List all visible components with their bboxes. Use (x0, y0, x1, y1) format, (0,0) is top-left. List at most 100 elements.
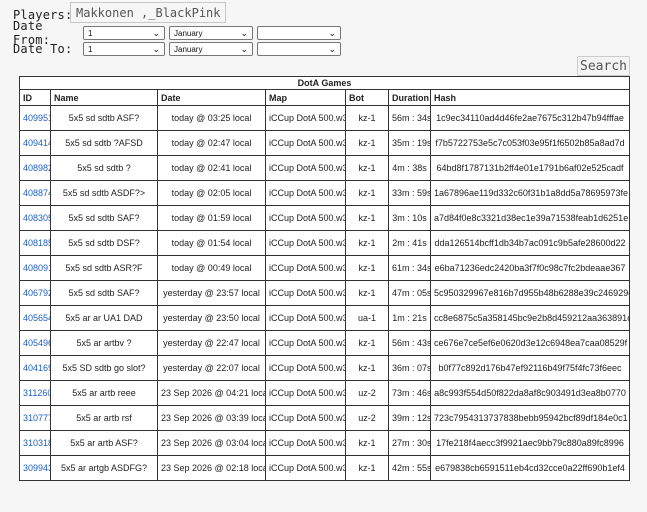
game-id-link[interactable]: 409951 (23, 113, 50, 123)
cell-id: 406792 (19, 280, 51, 306)
cell-bot: kz-1 (345, 280, 389, 306)
cell-name: 5x5 sd sdtb ?AFSD (50, 130, 158, 156)
header-date[interactable]: Date (157, 89, 266, 106)
cell-duration: 56m : 43s (388, 330, 431, 356)
game-id-link[interactable]: 405496 (23, 338, 50, 348)
to-year-select[interactable]: ⌄ (257, 42, 341, 56)
cell-name: 5x5 sd sdtb SAF? (50, 205, 158, 231)
header-name[interactable]: Name (50, 89, 158, 106)
game-id-link[interactable]: 310318 (23, 438, 50, 448)
table-caption: DotA Games (19, 76, 630, 89)
cell-duration: 1m : 21s (388, 305, 431, 331)
table-row: 310777 5x5 ar artb rsf 23 Sep 2026 @ 03:39… (19, 405, 630, 431)
header-bot[interactable]: Bot (345, 89, 389, 106)
cell-bot: kz-1 (345, 180, 389, 206)
game-id-link[interactable]: 405654 (23, 313, 50, 323)
cell-id: 408874 (19, 180, 51, 206)
cell-date: today @ 03:25 local (157, 105, 266, 131)
header-id[interactable]: ID (19, 89, 51, 106)
game-id-link[interactable]: 310777 (23, 413, 50, 423)
table-row: 405496 5x5 ar artbv ? yesterday @ 22:47 lo… (19, 330, 630, 356)
table-row: 408982 5x5 sd sdtb ? today @ 02:41 local iC… (19, 155, 630, 181)
cell-date: today @ 02:05 local (157, 180, 266, 206)
game-id-link[interactable]: 406792 (23, 288, 50, 298)
players-input[interactable] (70, 2, 226, 23)
cell-id: 309943 (19, 455, 51, 481)
cell-hash: dda126514bcff1db34b7ac091c9b5afe28600d22 (430, 230, 630, 256)
cell-hash: 1c9ec34110ad4d46fe2ae7675c312b47b94fffae (430, 105, 630, 131)
cell-name: 5x5 sd sdtb SAF? (50, 280, 158, 306)
cell-duration: 35m : 19s (388, 130, 431, 156)
cell-bot: uz-2 (345, 380, 389, 406)
cell-date: yesterday @ 23:57 local (157, 280, 266, 306)
cell-hash: e679838cb6591511eb4cd32cce0a22ff690b1ef4 (430, 455, 630, 481)
cell-bot: ua-1 (345, 305, 389, 331)
table-row: 404169 5x5 SD sdtb go slot? yesterday @ 22… (19, 355, 630, 381)
cell-map: iCCup DotA 500.w3x (265, 405, 346, 431)
cell-map: iCCup DotA 500.w3x (265, 380, 346, 406)
cell-map: iCCup DotA 500.w3x (265, 155, 346, 181)
cell-id: 310777 (19, 405, 51, 431)
cell-hash: 17fe218f4aecc3f9921aec9bb79c880a89fc8996 (430, 430, 630, 456)
cell-bot: uz-2 (345, 405, 389, 431)
cell-bot: kz-1 (345, 255, 389, 281)
chevron-down-icon: ⌄ (328, 43, 336, 54)
cell-map: iCCup DotA 500.w3x (265, 330, 346, 356)
game-id-link[interactable]: 309943 (23, 463, 50, 473)
cell-id: 408091 (19, 255, 51, 281)
cell-date: today @ 01:59 local (157, 205, 266, 231)
header-hash[interactable]: Hash (430, 89, 630, 106)
cell-bot: kz-1 (345, 155, 389, 181)
game-id-link[interactable]: 408185 (23, 238, 50, 248)
game-id-link[interactable]: 408982 (23, 163, 50, 173)
table-row: 409951 5x5 sd sdtb ASF? today @ 03:25 loca… (19, 105, 630, 131)
cell-bot: kz-1 (345, 455, 389, 481)
cell-hash: a8c993f554d50f822da8af8c903491d3ea8b0770 (430, 380, 630, 406)
cell-duration: 56m : 34s (388, 105, 431, 131)
cell-duration: 4m : 38s (388, 155, 431, 181)
header-duration[interactable]: Duration (388, 89, 431, 106)
table-row: 408185 5x5 sd sdtb DSF? today @ 01:54 loca… (19, 230, 630, 256)
table-row: 310318 5x5 ar artb ASF? 23 Sep 2026 @ 03:0… (19, 430, 630, 456)
table-row: 406792 5x5 sd sdtb SAF? yesterday @ 23:57 … (19, 280, 630, 306)
cell-bot: kz-1 (345, 430, 389, 456)
cell-bot: kz-1 (345, 130, 389, 156)
cell-date: yesterday @ 23:50 local (157, 305, 266, 331)
search-button[interactable]: Search (577, 56, 630, 76)
cell-hash: 5c950329967e816b7d955b48b6288e39c246929d (430, 280, 630, 306)
chevron-down-icon: ⌄ (152, 27, 160, 38)
game-id-link[interactable]: 311260 (23, 388, 50, 398)
to-month-select[interactable]: January ⌄ (169, 42, 253, 56)
cell-name: 5x5 ar artb reee (50, 380, 158, 406)
to-day-select[interactable]: 1 ⌄ (83, 42, 165, 56)
cell-hash: f7b5722753e5c7c053f03e95f1f6502b85a8ad7d (430, 130, 630, 156)
game-id-link[interactable]: 408305 (23, 213, 50, 223)
cell-id: 311260 (19, 380, 51, 406)
header-map[interactable]: Map (265, 89, 346, 106)
cell-date: 23 Sep 2026 @ 02:18 local (157, 455, 266, 481)
cell-duration: 27m : 30s (388, 430, 431, 456)
table-header-row: ID Name Date Map Bot Duration Hash (19, 89, 630, 106)
game-id-link[interactable]: 408091 (23, 263, 50, 273)
cell-bot: kz-1 (345, 355, 389, 381)
cell-date: today @ 02:47 local (157, 130, 266, 156)
cell-id: 405654 (19, 305, 51, 331)
from-month-select[interactable]: January ⌄ (169, 26, 253, 40)
cell-duration: 33m : 59s (388, 180, 431, 206)
cell-date: yesterday @ 22:07 local (157, 355, 266, 381)
cell-duration: 2m : 41s (388, 230, 431, 256)
game-id-link[interactable]: 409414 (23, 138, 50, 148)
cell-name: 5x5 ar ar UA1 DAD (50, 305, 158, 331)
chevron-down-icon: ⌄ (240, 27, 248, 38)
chevron-down-icon: ⌄ (328, 27, 336, 38)
cell-id: 409951 (19, 105, 51, 131)
game-id-link[interactable]: 404169 (23, 363, 50, 373)
from-day-select[interactable]: 1 ⌄ (83, 26, 165, 40)
cell-hash: 64bd8f1787131b2ff4e01e1791b6af02e525cadf (430, 155, 630, 181)
game-id-link[interactable]: 408874 (23, 188, 50, 198)
cell-id: 404169 (19, 355, 51, 381)
cell-map: iCCup DotA 500.w3x (265, 355, 346, 381)
cell-duration: 39m : 12s (388, 405, 431, 431)
from-year-select[interactable]: ⌄ (257, 26, 341, 40)
cell-duration: 3m : 10s (388, 205, 431, 231)
